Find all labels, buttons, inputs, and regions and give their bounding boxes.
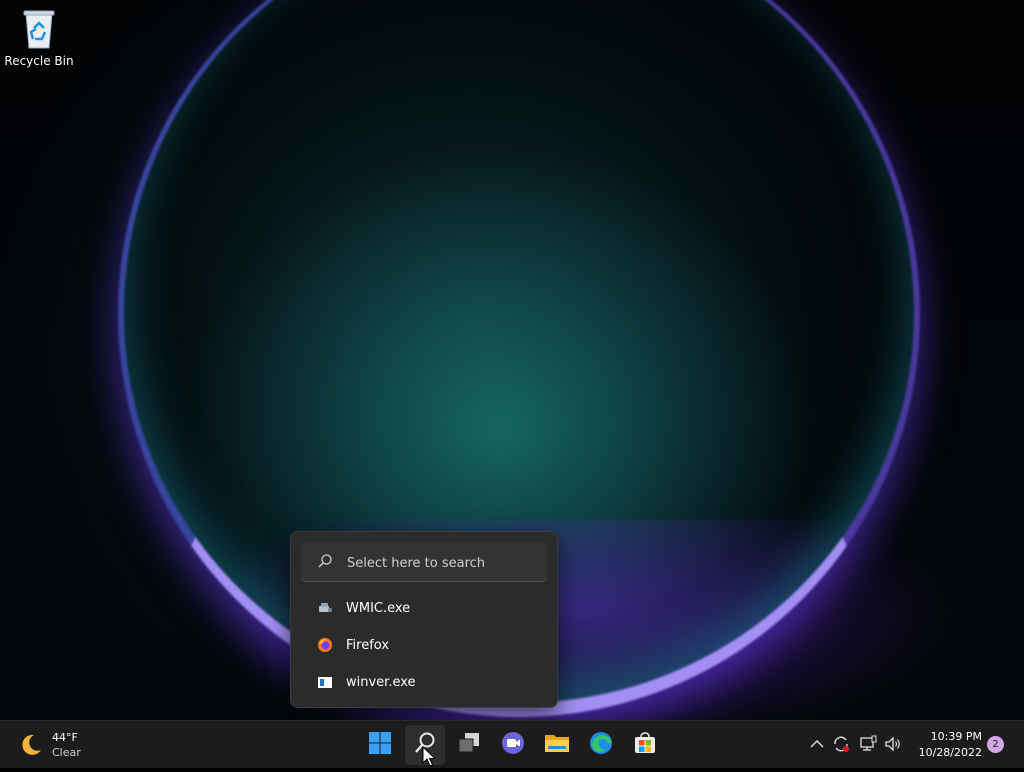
- weather-widget[interactable]: 44°F Clear: [18, 729, 81, 761]
- firefox-icon: [317, 637, 333, 653]
- file-explorer-button[interactable]: [537, 725, 577, 765]
- store-icon: [633, 731, 657, 759]
- mouse-cursor-icon: [422, 745, 437, 772]
- recycle-bin-icon: [21, 8, 57, 50]
- chat-button[interactable]: [493, 725, 533, 765]
- network-icon[interactable]: [859, 735, 877, 753]
- moon-icon: [18, 732, 44, 758]
- weather-temperature: 44°F: [52, 731, 78, 744]
- notification-badge[interactable]: 2: [987, 736, 1004, 753]
- search-result-label: Firefox: [346, 637, 390, 653]
- wmic-app-icon: [317, 600, 333, 616]
- task-view-button[interactable]: [449, 725, 489, 765]
- weather-condition: Clear: [52, 746, 81, 759]
- search-result-firefox[interactable]: Firefox: [301, 628, 547, 662]
- winver-app-icon: [317, 674, 333, 690]
- start-button[interactable]: [360, 725, 400, 765]
- task-view-icon: [457, 731, 481, 759]
- clock-time: 10:39 PM: [930, 730, 982, 743]
- volume-icon[interactable]: [884, 735, 902, 753]
- search-flyout: WMIC.exe Firefox winver.exe: [290, 531, 558, 708]
- clock-date: 10/28/2022: [918, 746, 982, 759]
- file-explorer-icon: [544, 731, 570, 759]
- search-box[interactable]: [301, 542, 547, 584]
- store-button[interactable]: [625, 725, 665, 765]
- desktop-icon-recycle-bin[interactable]: Recycle Bin: [4, 6, 74, 68]
- search-result-label: WMIC.exe: [346, 600, 411, 616]
- search-input[interactable]: [345, 542, 539, 584]
- search-result-wmic[interactable]: WMIC.exe: [301, 591, 547, 625]
- search-result-winver[interactable]: winver.exe: [301, 665, 547, 699]
- search-result-label: winver.exe: [346, 674, 416, 690]
- search-icon: [317, 553, 333, 573]
- windows-start-icon: [368, 731, 392, 759]
- taskbar: 44°F Clear 10:39 PM 10/28/2022: [0, 720, 1024, 768]
- edge-icon: [589, 731, 613, 759]
- clock[interactable]: 10:39 PM 10/28/2022: [908, 729, 982, 761]
- edge-button[interactable]: [581, 725, 621, 765]
- desktop-icon-label: Recycle Bin: [4, 54, 74, 68]
- sync-icon[interactable]: [832, 735, 850, 753]
- teams-chat-icon: [501, 731, 525, 759]
- chevron-up-icon[interactable]: [808, 735, 826, 753]
